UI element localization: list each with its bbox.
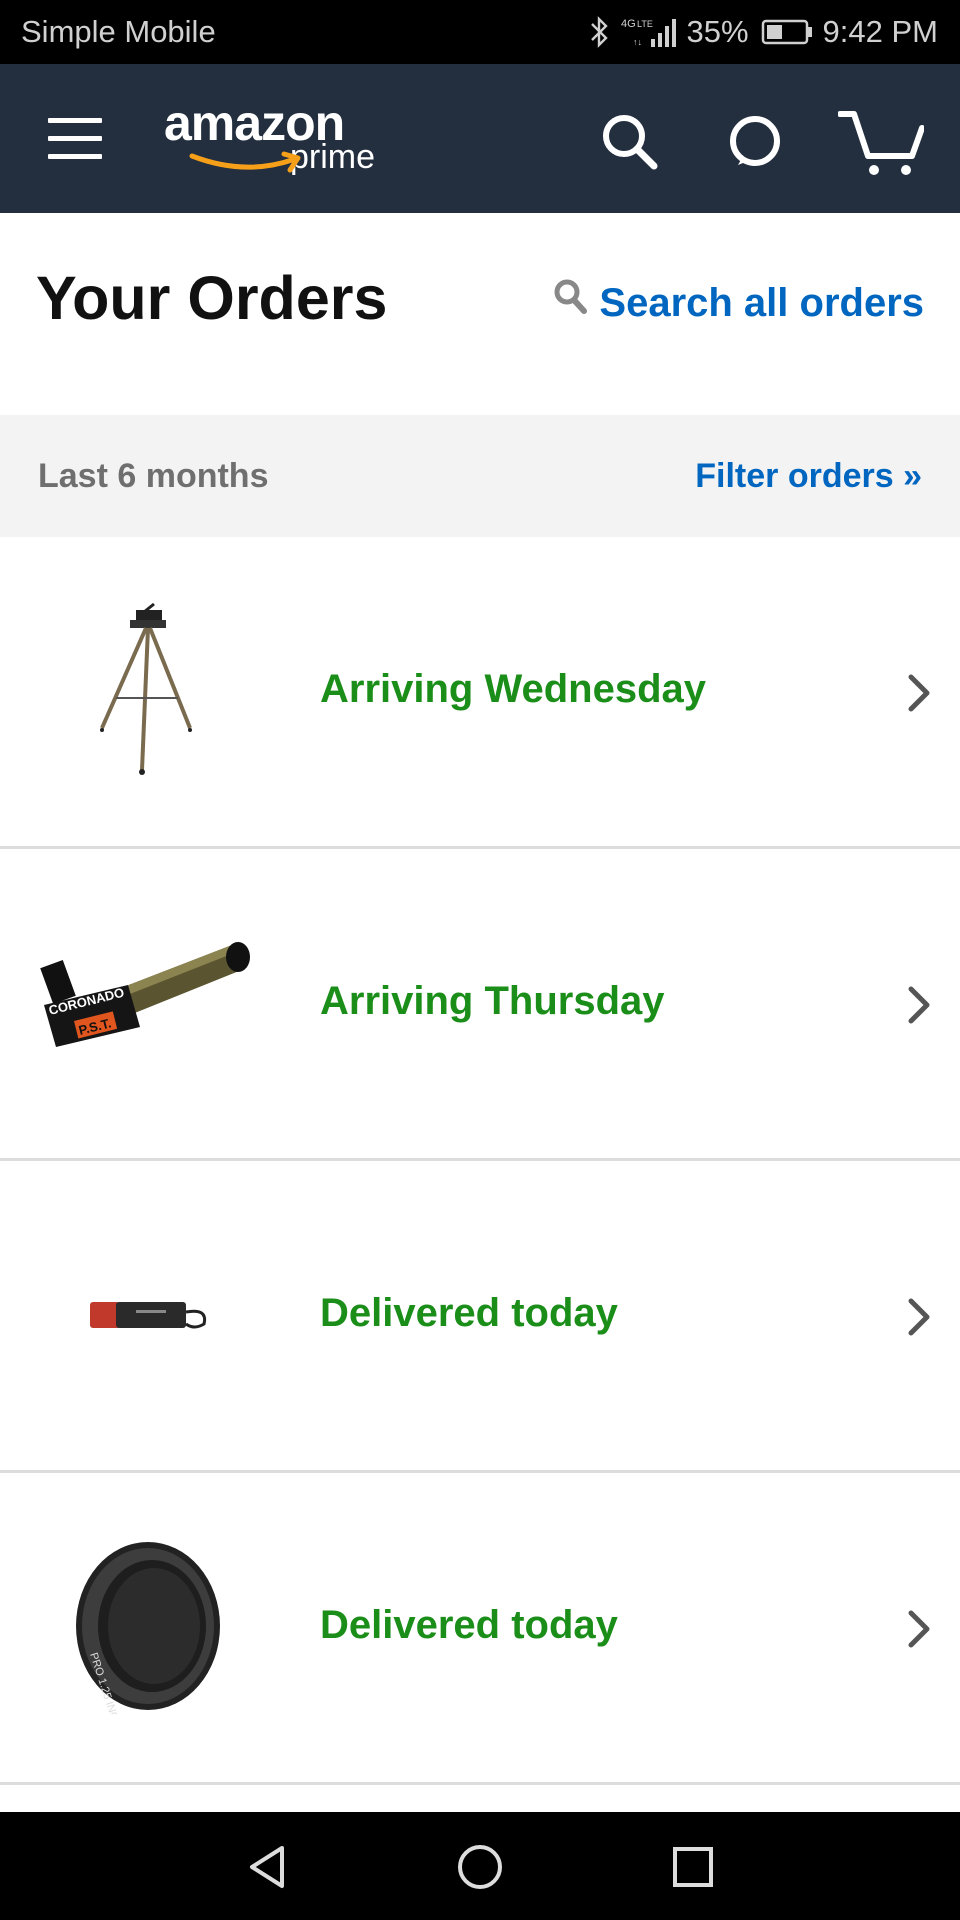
order-thumbnail: [36, 1207, 256, 1417]
chevron-right-icon: [908, 674, 930, 712]
back-icon[interactable]: [242, 1842, 292, 1892]
search-all-orders-link[interactable]: Search all orders: [553, 279, 924, 326]
battery-percent: 35%: [686, 14, 749, 49]
order-status: Arriving Thursday: [320, 979, 665, 1023]
system-nav-bar: [0, 1812, 960, 1920]
order-row[interactable]: PRO 1.25 INCH Delivered today: [0, 1473, 960, 1785]
svg-text:↑↓: ↑↓: [633, 37, 642, 47]
order-row[interactable]: CORONADO P.S.T. Arriving Thursday: [0, 849, 960, 1161]
order-list: Arriving Wednesday CORONADO P.S.T. Arriv…: [0, 537, 960, 1785]
filter-bar: Last 6 months Filter orders »: [0, 415, 960, 537]
order-status: Delivered today: [320, 1291, 618, 1335]
eyepiece-filter-image: PRO 1.25 INCH: [76, 1542, 220, 1714]
menu-icon[interactable]: [48, 118, 102, 160]
chevron-right-icon: [908, 1610, 930, 1648]
home-icon[interactable]: [455, 1842, 505, 1892]
search-all-orders-label: Search all orders: [599, 281, 924, 325]
filter-orders-link[interactable]: Filter orders »: [695, 457, 922, 496]
order-thumbnail: [36, 583, 256, 793]
recents-icon[interactable]: [668, 1842, 718, 1892]
order-row[interactable]: Delivered today: [0, 1161, 960, 1473]
orders-header: Your Orders Search all orders: [0, 213, 960, 415]
chevron-right-icon: [908, 986, 930, 1024]
smile-arrow-icon: [189, 151, 301, 173]
carrier-name: Simple Mobile: [21, 14, 216, 49]
tripod-image: [100, 602, 192, 775]
bluetooth-icon: [590, 16, 608, 48]
amazon-prime-logo[interactable]: amazon prime: [164, 94, 384, 184]
telescope-image: CORONADO P.S.T.: [40, 942, 250, 1047]
status-indicators: 4G LTE ↑↓ 35% 9:42 PM: [589, 12, 938, 52]
order-thumbnail: CORONADO P.S.T.: [36, 895, 256, 1105]
alexa-icon[interactable]: [728, 114, 782, 168]
order-thumbnail: PRO 1.25 INCH: [36, 1519, 256, 1729]
time-range-label: Last 6 months: [38, 457, 269, 495]
clock: 9:42 PM: [822, 14, 938, 49]
battery-icon: [761, 19, 812, 45]
flashlight-image: [90, 1302, 207, 1329]
svg-text:4G: 4G: [621, 18, 636, 30]
signal-icon: 4G LTE ↑↓: [621, 18, 676, 47]
app-header: amazon prime: [0, 64, 960, 213]
chevron-right-icon: [908, 1298, 930, 1336]
page-title: Your Orders: [36, 264, 388, 332]
status-bar: Simple Mobile 4G LTE ↑↓ 35% 9:42 PM: [0, 0, 960, 64]
order-status: Delivered today: [320, 1603, 618, 1647]
svg-text:LTE: LTE: [637, 19, 653, 29]
search-icon[interactable]: [598, 110, 660, 172]
order-row[interactable]: Arriving Wednesday: [0, 537, 960, 849]
order-status: Arriving Wednesday: [320, 667, 707, 711]
cart-icon[interactable]: [838, 108, 924, 178]
magnifier-icon: [554, 279, 588, 314]
